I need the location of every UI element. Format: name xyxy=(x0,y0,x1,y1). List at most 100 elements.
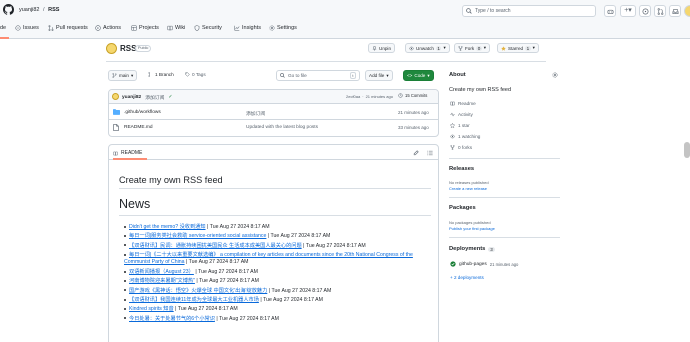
issues-button[interactable] xyxy=(639,5,651,17)
owner-avatar xyxy=(106,43,117,54)
code-icon: <> xyxy=(407,73,413,78)
git-branch-icon xyxy=(148,72,151,77)
news-link[interactable]: 【双语财讯】我国连续11年成为全球最大工业机器人市场 xyxy=(129,297,259,303)
news-link[interactable]: 河南博物院迎来暑期"文博热" xyxy=(129,278,195,284)
forks-link[interactable]: 0 forks xyxy=(450,145,472,150)
create-release-link[interactable]: Create a new release xyxy=(449,186,487,191)
watching-link[interactable]: 1 watching xyxy=(450,134,480,139)
file-name[interactable]: README.md xyxy=(124,125,153,130)
fork-button[interactable]: Fork 0 ▾ xyxy=(454,43,491,53)
tab-pull-requests[interactable]: Pull requests xyxy=(48,25,88,31)
list-item: 每日一词|服务类社会救助 service-oriented social ass… xyxy=(124,232,424,241)
commit-hash[interactable]: 2ecf0aa xyxy=(346,94,360,99)
tab-actions[interactable]: Actions xyxy=(95,25,121,31)
check-icon: ✓ xyxy=(168,95,173,100)
breadcrumb-owner[interactable]: yuanji82 xyxy=(19,7,40,13)
notifications-button[interactable] xyxy=(669,5,681,17)
branch-selector[interactable]: main ▾ xyxy=(108,70,138,81)
readme-link[interactable]: Readme xyxy=(450,101,476,106)
pulse-icon xyxy=(450,112,455,117)
star-count: 1 xyxy=(525,45,531,51)
deployment-env: github-pages xyxy=(459,261,487,267)
news-link[interactable]: 每日一词|服务类社会救助 service-oriented social ass… xyxy=(129,233,266,239)
check-circle-icon xyxy=(450,261,456,267)
news-date: | Tue Aug 27 2024 8:17 AM xyxy=(267,287,332,294)
avatar[interactable] xyxy=(684,5,690,17)
commit-author[interactable]: yuanji82 xyxy=(122,95,141,100)
watch-count: 1 xyxy=(435,45,442,51)
unwatch-button[interactable]: Unwatch 1 ▾ xyxy=(405,43,450,53)
star-fill-icon xyxy=(501,45,506,51)
deployment-item[interactable]: github-pages 21 minutes ago xyxy=(450,261,518,267)
stars-link[interactable]: 1 star xyxy=(450,123,470,128)
commits-link[interactable]: 15 Commits xyxy=(398,93,427,98)
repo-name[interactable]: RSS xyxy=(120,44,136,53)
file-name[interactable]: .github/workflows xyxy=(124,110,161,115)
search-input[interactable]: Type / to search xyxy=(462,5,596,17)
go-to-file-input[interactable]: Go to file t xyxy=(276,70,360,81)
file-commit-message[interactable]: Updated with the latest blog posts xyxy=(246,125,318,130)
commit-message[interactable]: 添加订阅 xyxy=(145,94,164,101)
news-link[interactable]: 每日一词|《二十大以来重要文献选编》 a compilation of key … xyxy=(124,252,413,266)
news-date: | Tue Aug 27 2024 8:17 AM xyxy=(173,306,238,313)
heading-divider xyxy=(119,188,431,189)
branches-link[interactable]: 1 Branch xyxy=(148,72,174,77)
breadcrumb: yuanji82 / RSS xyxy=(19,7,60,13)
fork-icon xyxy=(450,145,455,150)
deployments-heading[interactable]: Deployments 3 xyxy=(449,246,495,252)
tab-settings[interactable]: Settings xyxy=(269,25,297,31)
scrollbar-thumb[interactable] xyxy=(684,142,690,158)
news-date: | Tue Aug 27 2024 8:17 AM xyxy=(214,315,279,322)
gear-icon[interactable] xyxy=(552,72,558,78)
list-unordered-icon[interactable] xyxy=(427,150,433,156)
news-link[interactable]: 【双语财讯】民调：通胀持续困扰美国民众 生活成本成美国人最关心的问题 xyxy=(129,243,302,249)
chevron-down-icon: ▾ xyxy=(443,45,446,50)
visibility-badge: Public xyxy=(135,45,152,52)
pull-requests-button[interactable] xyxy=(654,5,666,17)
chevron-down-icon: ▾ xyxy=(386,72,389,78)
activity-link[interactable]: Activity xyxy=(450,112,473,117)
readme-tab[interactable]: README xyxy=(113,150,142,156)
header-divider xyxy=(106,61,546,62)
graph-icon xyxy=(234,25,240,31)
tab-security[interactable]: Security xyxy=(194,25,222,31)
breadcrumb-repo[interactable]: RSS xyxy=(48,7,59,13)
tab-wiki[interactable]: Wiki xyxy=(167,25,185,31)
unpin-button[interactable]: Unpin xyxy=(368,43,396,53)
github-repo-page: { "header":{"owner":"yuanji82","separato… xyxy=(0,0,690,342)
code-button[interactable]: <> Code ▾ xyxy=(403,70,434,81)
packages-heading[interactable]: Packages xyxy=(449,205,476,211)
create-new-button[interactable]: +▾ xyxy=(620,5,636,17)
gear-icon xyxy=(269,25,275,31)
file-commit-message[interactable]: 添加订阅 xyxy=(246,110,265,117)
releases-heading[interactable]: Releases xyxy=(449,166,474,172)
tab-projects[interactable]: Projects xyxy=(131,25,159,31)
folder-icon xyxy=(113,109,120,115)
readme-header xyxy=(109,145,438,160)
tag-icon xyxy=(185,72,190,77)
github-logo-icon[interactable] xyxy=(3,4,14,15)
more-deployments-link[interactable]: + 2 deployments xyxy=(450,275,484,280)
publish-package-link[interactable]: Publish your first package xyxy=(449,226,495,231)
pencil-icon[interactable] xyxy=(413,150,419,156)
tags-link[interactable]: 0 Tags xyxy=(185,72,206,77)
tab-insights[interactable]: Insights xyxy=(234,25,261,31)
starred-button[interactable]: Starred 1 ▾ xyxy=(497,43,539,53)
history-icon xyxy=(398,93,403,98)
tab-code[interactable]: de xyxy=(0,25,6,31)
copilot-button[interactable] xyxy=(604,5,616,17)
shield-icon xyxy=(194,25,200,31)
list-item: 每日一词|《二十大以来重要文献选编》 a compilation of key … xyxy=(124,252,424,267)
news-link[interactable]: 双语新闻播报（August 23） xyxy=(129,269,194,275)
play-icon xyxy=(95,25,101,31)
commit-meta: 2ecf0aa · 21 minutes ago xyxy=(346,94,393,99)
table-icon xyxy=(131,25,137,31)
news-link[interactable]: Didn't get the memo? 没收到通知 xyxy=(129,224,206,230)
news-link[interactable]: 国产游戏《黑神话：悟空》火爆全球 中国文化'出海'绽放魅力 xyxy=(129,288,267,294)
add-file-button[interactable]: Add file ▾ xyxy=(365,70,393,81)
tab-issues[interactable]: Issues xyxy=(15,25,39,31)
news-link[interactable]: 今日处暑：关于处暑节气的6个小常识 xyxy=(129,316,215,322)
news-date: | Tue Aug 27 2024 8:17 AM xyxy=(258,296,323,303)
news-heading: News xyxy=(119,197,151,211)
news-link[interactable]: Kindred spirits 知音 xyxy=(129,306,174,312)
